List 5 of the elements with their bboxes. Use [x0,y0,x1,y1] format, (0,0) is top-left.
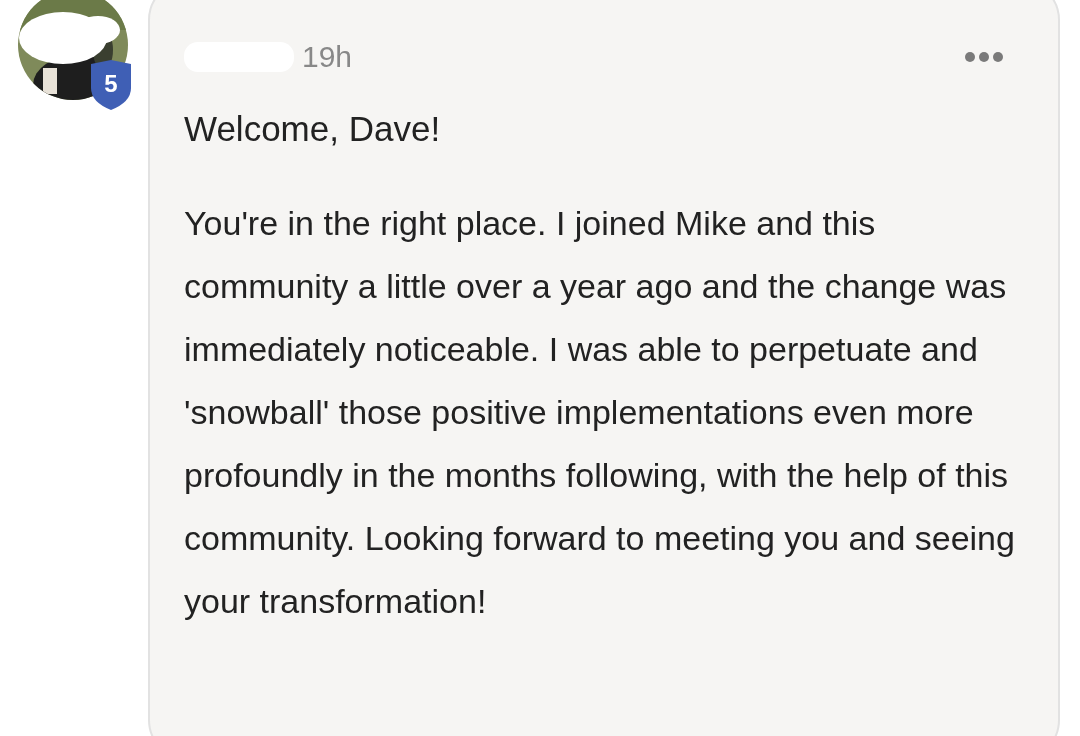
comment-text: You're in the right place. I joined Mike and this community a little over a year ago and the change was immediately noticeable. I was able to perpetuate and 'snowball' those positive implementations even more profoundly in the months following, with the help of this community. Looking forward to meeting you and seeing your transformation! [184,203,1016,622]
level-badge: 5 [88,60,134,110]
more-icon[interactable] [964,51,1004,63]
comment-greeting: Welcome, Dave! [184,108,442,150]
timestamp: 19h [302,40,353,74]
